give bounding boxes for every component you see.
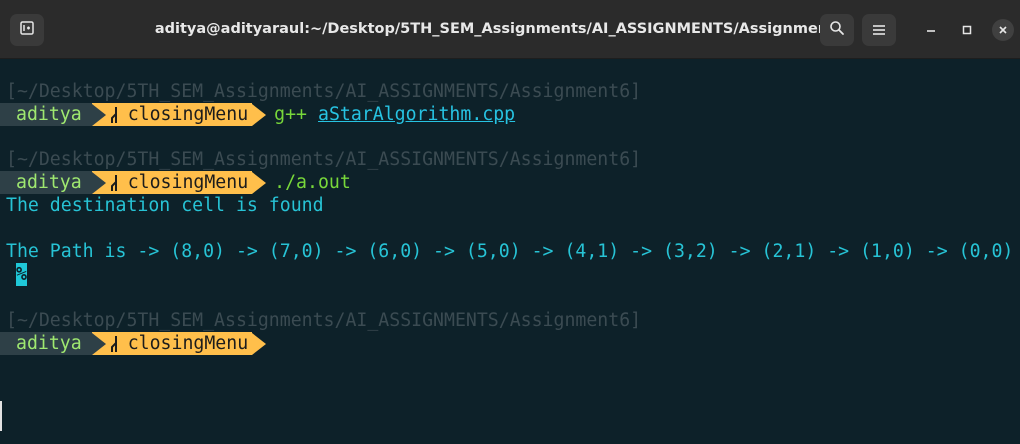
new-tab-button[interactable] (10, 14, 44, 46)
prompt-separator (91, 171, 106, 194)
prompt-directory: [~/Desktop/5TH_SEM_Assignments/AI_ASSIGN… (6, 310, 642, 331)
command-name: g++ (274, 104, 308, 125)
new-tab-icon (19, 20, 35, 40)
no-newline-marker: % (16, 263, 27, 286)
command-name: ./a.out (274, 172, 351, 193)
close-button[interactable] (992, 19, 1014, 41)
prompt-user: aditya (0, 171, 92, 194)
prompt-separator (91, 103, 106, 126)
git-branch-icon (110, 335, 120, 353)
prompt-separator (252, 171, 267, 194)
prompt-branch-segment: closingMenu (91, 103, 253, 126)
prompt-line: aditya closingMenu (0, 332, 267, 355)
search-icon (829, 20, 845, 40)
prompt-branch: closingMenu (127, 172, 249, 193)
title-bar: aditya@adityaraul:~/Desktop/5TH_SEM_Assi… (0, 0, 1020, 59)
prompt-separator (91, 332, 106, 355)
output-line: The Path is -> (8,0) -> (7,0) -> (6,0) -… (6, 241, 1014, 262)
prompt-separator (252, 332, 267, 355)
prompt-separator (252, 103, 267, 126)
prompt-branch-segment: closingMenu (91, 171, 253, 194)
prompt-directory: [~/Desktop/5TH_SEM_Assignments/AI_ASSIGN… (6, 149, 642, 170)
prompt-branch: closingMenu (127, 104, 249, 125)
minimize-button[interactable] (920, 19, 942, 41)
close-icon (997, 21, 1009, 40)
hamburger-menu-icon (872, 21, 886, 40)
prompt-user: aditya (0, 103, 92, 126)
maximize-button[interactable] (956, 19, 978, 41)
prompt-line: aditya closingMenu g++ aStarAlgorithm.cp… (0, 103, 515, 126)
prompt-user: aditya (0, 332, 92, 355)
terminal-content[interactable]: [~/Desktop/5TH_SEM_Assignments/AI_ASSIGN… (0, 59, 1020, 444)
prompt-line: aditya closingMenu ./a.out (0, 171, 351, 194)
git-branch-icon (110, 106, 120, 124)
command-argument[interactable]: aStarAlgorithm.cpp (318, 103, 515, 126)
window-edge (0, 401, 2, 431)
window-title: aditya@adityaraul:~/Desktop/5TH_SEM_Assi… (154, 21, 846, 37)
prompt-branch: closingMenu (127, 333, 249, 354)
prompt-directory: [~/Desktop/5TH_SEM_Assignments/AI_ASSIGN… (6, 81, 642, 102)
minimize-icon (925, 21, 937, 40)
prompt-branch-segment: closingMenu (91, 332, 253, 355)
menu-button[interactable] (862, 14, 896, 46)
maximize-icon (961, 21, 973, 40)
search-button[interactable] (820, 14, 854, 46)
git-branch-icon (110, 174, 120, 192)
terminal-window: aditya@adityaraul:~/Desktop/5TH_SEM_Assi… (0, 0, 1020, 444)
output-line: The destination cell is found (6, 195, 324, 216)
